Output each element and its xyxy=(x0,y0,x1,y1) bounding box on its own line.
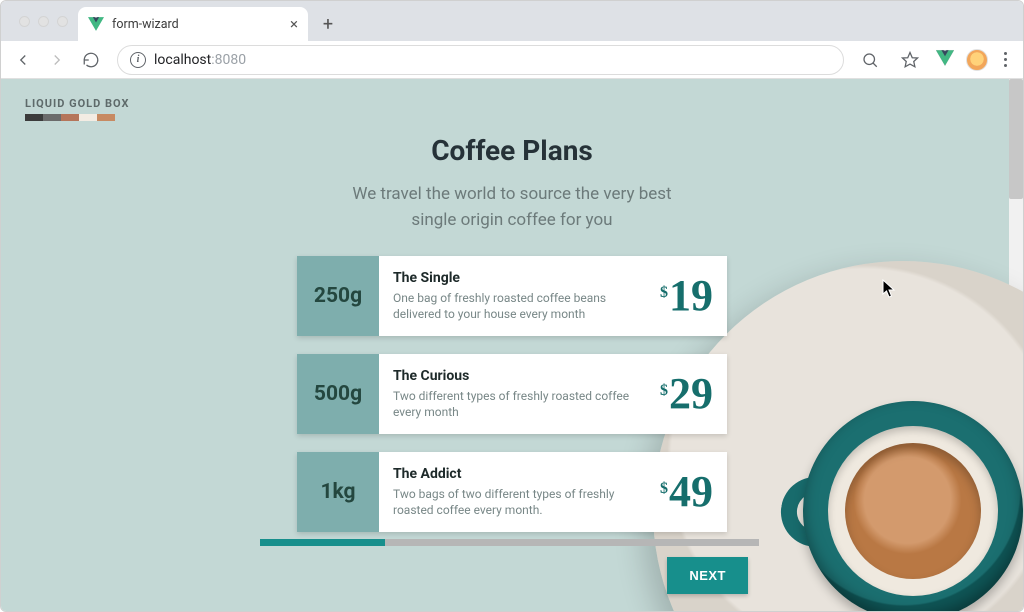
profile-avatar[interactable] xyxy=(966,49,988,71)
progress-fill xyxy=(260,539,385,546)
plan-name: The Addict xyxy=(393,466,650,482)
site-logo: LIQUID GOLD BOX xyxy=(25,97,130,121)
url-host: localhost xyxy=(154,52,211,68)
vue-devtools-icon[interactable] xyxy=(936,49,954,71)
plan-desc: Two different types of freshly roasted c… xyxy=(393,388,650,420)
progress-bar xyxy=(260,539,759,546)
tab-strip: form-wizard × + xyxy=(1,1,1023,41)
url-port: :8080 xyxy=(211,52,246,68)
plan-card-addict[interactable]: 1kg The Addict Two bags of two different… xyxy=(297,452,727,532)
window-zoom-dot[interactable] xyxy=(57,16,68,27)
browser-toolbar: i localhost:8080 xyxy=(1,41,1023,79)
back-button[interactable] xyxy=(9,46,37,74)
plan-card-curious[interactable]: 500g The Curious Two different types of … xyxy=(297,354,727,434)
next-button[interactable]: NEXT xyxy=(667,557,748,594)
plan-list: 250g The Single One bag of freshly roast… xyxy=(297,256,727,532)
tab-title: form-wizard xyxy=(112,17,179,32)
page-viewport: LIQUID GOLD BOX Coffee Plans We travel t… xyxy=(1,79,1023,611)
page-subtitle: We travel the world to source the very b… xyxy=(352,181,671,234)
new-tab-button[interactable]: + xyxy=(314,10,342,38)
plan-weight: 1kg xyxy=(297,452,379,532)
site-info-icon[interactable]: i xyxy=(130,52,146,68)
plan-weight: 250g xyxy=(297,256,379,336)
plan-weight: 500g xyxy=(297,354,379,434)
site-logo-text: LIQUID GOLD BOX xyxy=(25,97,130,110)
window-close-dot[interactable] xyxy=(19,16,30,27)
plan-desc: One bag of freshly roasted coffee beans … xyxy=(393,290,650,322)
logo-palette xyxy=(25,114,130,121)
address-bar[interactable]: i localhost:8080 xyxy=(117,45,844,75)
wizard-content: Coffee Plans We travel the world to sour… xyxy=(1,134,1023,532)
browser-tab[interactable]: form-wizard × xyxy=(78,7,308,41)
browser-window: form-wizard × + i localhost:8080 xyxy=(0,0,1024,612)
forward-button[interactable] xyxy=(43,46,71,74)
plan-name: The Curious xyxy=(393,368,650,384)
window-controls[interactable] xyxy=(9,1,78,41)
page-title: Coffee Plans xyxy=(431,134,593,167)
zoom-icon[interactable] xyxy=(856,46,884,74)
plan-card-single[interactable]: 250g The Single One bag of freshly roast… xyxy=(297,256,727,336)
window-minimize-dot[interactable] xyxy=(38,16,49,27)
plan-price: $ 19 xyxy=(660,274,713,318)
plan-desc: Two bags of two different types of fresh… xyxy=(393,486,650,518)
plan-price: $ 29 xyxy=(660,372,713,416)
vue-favicon-icon xyxy=(88,16,104,32)
browser-menu-icon[interactable] xyxy=(1000,52,1011,67)
tab-close-icon[interactable]: × xyxy=(290,17,298,32)
plan-name: The Single xyxy=(393,270,650,286)
bookmark-star-icon[interactable] xyxy=(896,46,924,74)
reload-button[interactable] xyxy=(77,46,105,74)
plan-price: $ 49 xyxy=(660,470,713,514)
mouse-cursor-icon xyxy=(882,279,896,299)
